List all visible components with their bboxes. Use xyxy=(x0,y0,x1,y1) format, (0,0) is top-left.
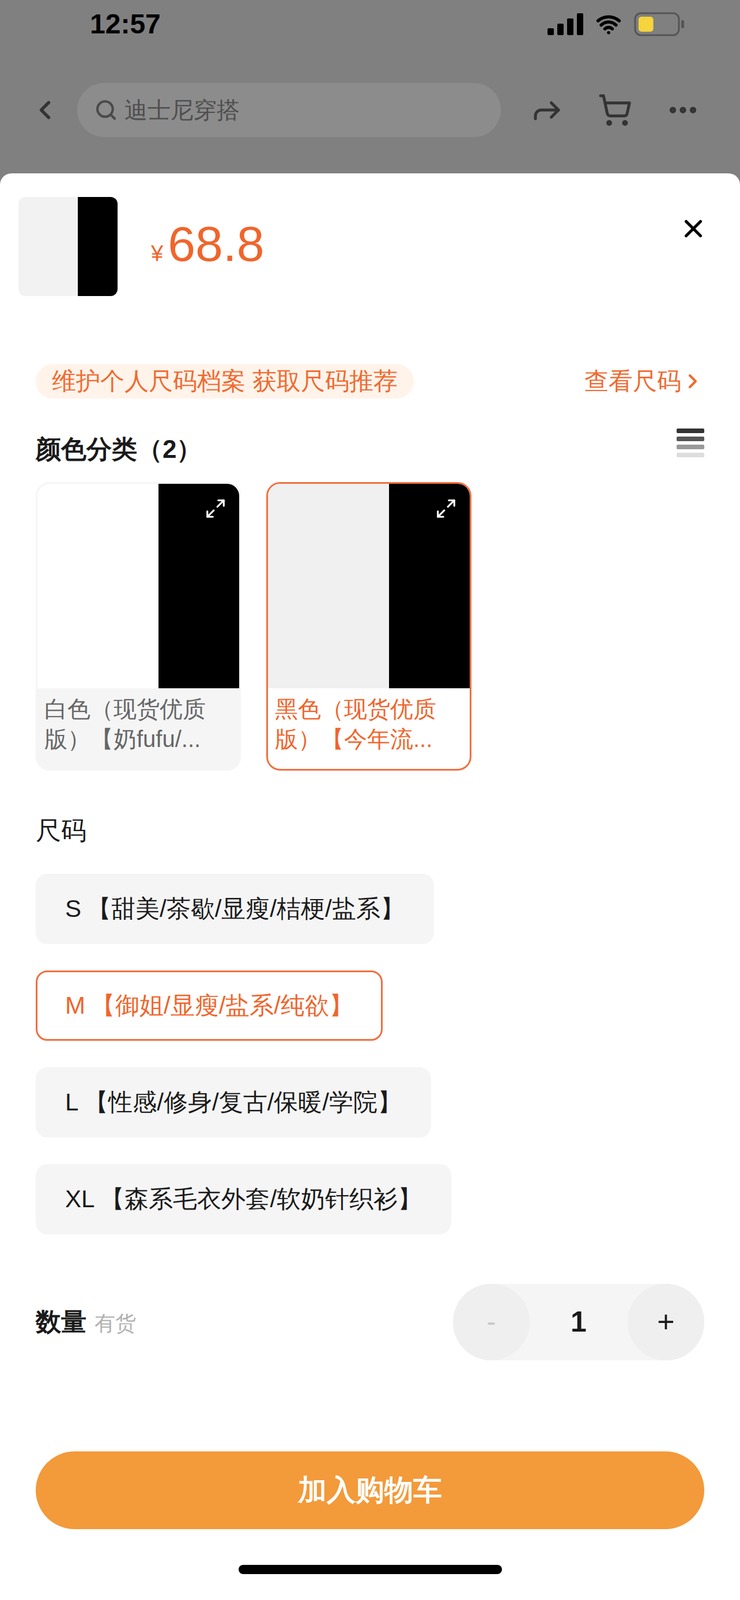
nav-bar: 迪士尼穿搭 xyxy=(0,80,740,140)
color-option[interactable]: 黑色（现货优质版）【今年流... xyxy=(266,482,472,772)
quantity-stepper: -1 + xyxy=(452,1284,705,1362)
size-label: S xyxy=(65,890,82,928)
add-to-cart-button[interactable]: 加入购物车 xyxy=(35,1452,705,1531)
wifi-icon xyxy=(593,11,624,37)
sku-sheet: ¥68.8 维护个人尺码档案 获取尺码推荐 查看尺码颜色分类（2） 白色（现货优质版）… xyxy=(0,173,740,1600)
size-option[interactable]: L【性感/修身/复古/保暖/学院】 xyxy=(35,1067,432,1139)
size-label: XL xyxy=(65,1181,95,1218)
stock-status: 有货 xyxy=(94,1308,137,1340)
signal-icon xyxy=(547,13,584,36)
chevron-right-icon xyxy=(681,370,705,394)
quantity-row: 数量有货 -1 + xyxy=(35,1284,705,1362)
thumbnail xyxy=(18,197,118,297)
list-view-icon[interactable] xyxy=(676,428,705,459)
product-photo xyxy=(267,484,470,689)
more-icon[interactable] xyxy=(665,92,701,128)
battery-icon xyxy=(633,12,685,37)
status-time: 12:57 xyxy=(89,3,161,45)
expand-icon[interactable] xyxy=(204,497,227,520)
size-section-title: 尺码 xyxy=(35,816,705,847)
quantity-value[interactable]: 1 xyxy=(570,1301,587,1345)
size-label: M xyxy=(65,987,86,1025)
back-icon[interactable] xyxy=(29,95,60,126)
size-option[interactable]: S【甜美/茶歇/显瘦/桔梗/盐系】 xyxy=(35,874,434,945)
share-icon[interactable] xyxy=(529,92,565,128)
size-tags: 【甜美/茶歇/显瘦/桔梗/盐系】 xyxy=(87,890,405,928)
expand-icon[interactable] xyxy=(435,497,458,520)
price: ¥68.8 xyxy=(150,216,265,272)
search-icon xyxy=(94,98,118,122)
product-photo xyxy=(37,484,240,689)
size-tags: 【御姐/显瘦/盐系/纯欲】 xyxy=(91,987,354,1025)
close-icon[interactable] xyxy=(678,214,708,244)
color-option[interactable]: 白色（现货优质版）【奶fufu/... xyxy=(35,482,241,772)
cart-icon[interactable] xyxy=(597,92,633,128)
size-tags: 【森系毛衣外套/软奶针织衫】 xyxy=(100,1181,422,1218)
decrement-button[interactable]: - xyxy=(452,1284,530,1362)
size-tags: 【性感/修身/复古/保暖/学院】 xyxy=(84,1084,402,1121)
color-option-label: 白色（现货优质版）【奶fufu/... xyxy=(44,696,206,753)
sheet-header: ¥68.8 xyxy=(0,173,740,297)
app: 12:57 迪士尼穿搭 ¥68.8 维护个人尺码档案 获取尺码推荐 查看尺码颜色分类（2… xyxy=(0,0,740,1600)
size-label: L xyxy=(65,1084,79,1121)
color-option-label: 黑色（现货优质版）【今年流... xyxy=(274,696,437,753)
size-option[interactable]: M【御姐/显瘦/盐系/纯欲】 xyxy=(35,971,383,1042)
quantity-label: 数量 xyxy=(35,1303,87,1342)
color-section-title: 颜色分类（2） xyxy=(35,434,202,466)
home-indicator xyxy=(238,1565,502,1576)
status-bar: 12:57 xyxy=(0,0,740,81)
product-photo xyxy=(18,197,118,297)
size-chart-link[interactable]: 查看尺码 xyxy=(584,367,705,396)
size-options: S【甜美/茶歇/显瘦/桔梗/盐系】 M【御姐/显瘦/盐系/纯欲】 L【性感/修身/复… xyxy=(35,874,705,1236)
search-placeholder: 迪士尼穿搭 xyxy=(124,92,240,128)
color-options: 白色（现货优质版）【奶fufu/... 黑色（现货优质版）【今年流... xyxy=(35,482,705,772)
search-field[interactable]: 迪士尼穿搭 xyxy=(77,82,501,138)
size-profile-banner[interactable]: 维护个人尺码档案 获取尺码推荐 xyxy=(35,364,414,399)
increment-button[interactable]: + xyxy=(627,1284,705,1362)
size-option[interactable]: XL【森系毛衣外套/软奶针织衫】 xyxy=(35,1164,452,1236)
